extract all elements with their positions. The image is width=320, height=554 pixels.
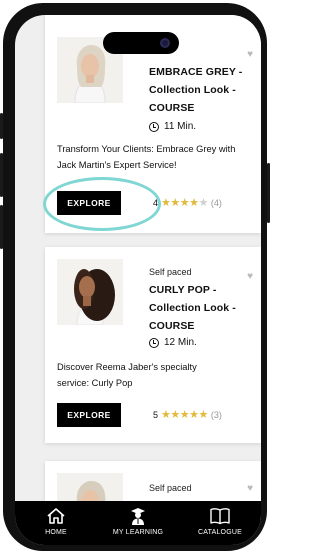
phone-volume-up — [0, 153, 3, 197]
graduate-icon — [131, 508, 145, 525]
tab-home[interactable]: HOME — [16, 507, 96, 536]
favorite-heart-icon[interactable]: ♥ — [247, 483, 253, 494]
clock-icon — [149, 121, 159, 132]
dynamic-island — [103, 32, 179, 54]
course-title: CURLY POP - Collection Look - COURSE — [149, 284, 236, 332]
explore-button[interactable]: EXPLORE — [57, 191, 121, 215]
clock-icon — [149, 337, 159, 348]
star-rating-icon: ★★★★★ — [161, 409, 208, 421]
tab-my-learning[interactable]: MY LEARNING — [98, 507, 178, 536]
self-paced-label: Self paced — [149, 267, 192, 277]
course-title: EMBRACE GREY - Collection Look - COURSE — [149, 66, 243, 114]
self-paced-label: Self paced — [149, 483, 192, 493]
course-rating: 4 ★★★★★ (4) — [153, 197, 222, 209]
home-icon — [47, 508, 65, 524]
course-description: Discover Reema Jaber's specialty service… — [57, 362, 197, 388]
course-rating: 5 ★★★★★ (3) — [153, 409, 222, 421]
course-duration: 11 Min. — [149, 121, 196, 132]
course-duration: 12 Min. — [149, 337, 197, 348]
course-card[interactable]: ♥ Self paced CURLY POP - Collection Look… — [45, 247, 261, 443]
course-thumbnail[interactable] — [57, 259, 123, 325]
phone-side-button — [0, 113, 3, 139]
course-description: Transform Your Clients: Embrace Grey wit… — [57, 144, 236, 170]
explore-button[interactable]: EXPLORE — [57, 403, 121, 427]
phone-power-button — [267, 163, 270, 223]
tab-catalogue[interactable]: CATALOGUE — [180, 507, 260, 536]
star-rating-icon: ★★★★★ — [161, 197, 208, 209]
curly-hair-woman-image — [57, 259, 123, 325]
screen: ♥ EMBRACE GREY - Collection Look - COURS… — [15, 15, 261, 545]
book-icon — [210, 508, 230, 525]
bottom-tab-bar: HOME MY LEARNING CATALOGUE — [15, 501, 261, 545]
favorite-heart-icon[interactable]: ♥ — [247, 49, 253, 60]
phone-frame: ♥ EMBRACE GREY - Collection Look - COURS… — [0, 3, 270, 551]
camera-icon — [160, 38, 170, 48]
phone-volume-down — [0, 205, 3, 249]
